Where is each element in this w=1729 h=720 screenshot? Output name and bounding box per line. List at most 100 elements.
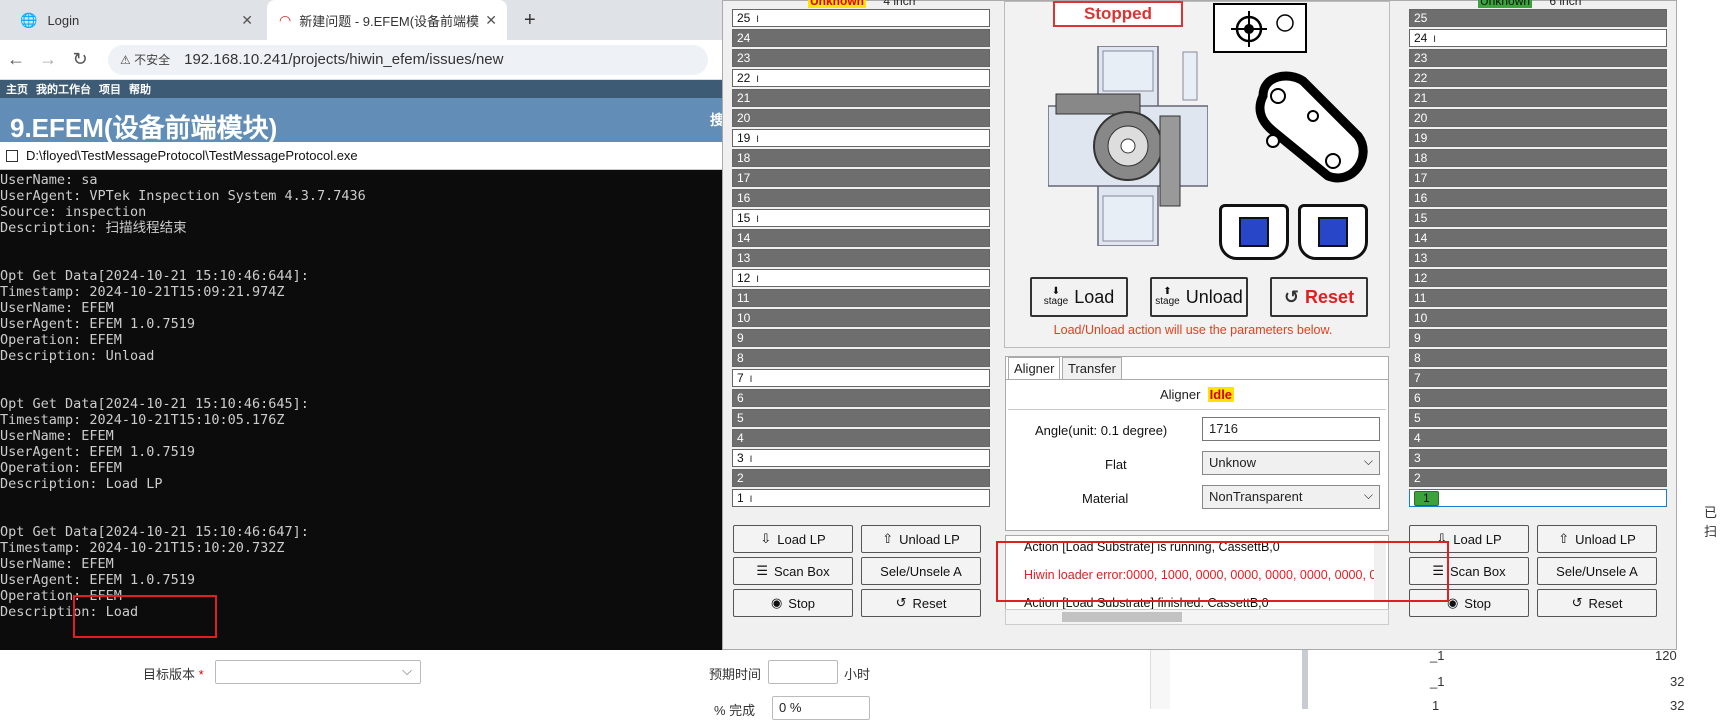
cassette-slot[interactable]: 7 (1409, 369, 1667, 387)
right-cassette-header: Unknown 6 inch (1478, 0, 1581, 8)
tab-transfer[interactable]: Transfer (1062, 357, 1122, 379)
left-stop-button[interactable]: ◉ Stop (733, 589, 853, 617)
cassette-slot[interactable]: 9 (732, 329, 990, 347)
cassette-slot[interactable]: 2 (732, 469, 990, 487)
cassette-slot[interactable]: 10 (732, 309, 990, 327)
cassette-slot[interactable]: 8 (732, 349, 990, 367)
menu-my-page[interactable]: 我的工作台 (36, 81, 91, 97)
cassette-slot[interactable]: 4 (732, 429, 990, 447)
forward-icon[interactable]: → (32, 49, 64, 70)
cassette-slot[interactable]: 15 I (732, 209, 990, 227)
left-unload-lp-button[interactable]: ⇧ Unload LP (861, 525, 981, 553)
left-scan-box-button[interactable]: ☰ Scan Box (733, 557, 853, 585)
cassette-slot[interactable]: 1I (732, 489, 990, 507)
done-select[interactable]: 0 % (772, 696, 870, 720)
slot-number: 25 (737, 11, 751, 25)
right-reset-button[interactable]: ↺ Reset (1537, 589, 1657, 617)
console-line: Description: Load LP (0, 476, 163, 492)
cassette-slot[interactable]: 13 (1409, 249, 1667, 267)
address-bar: ← → ↻ ⚠ 不安全 192.168.10.241/projects/hiwi… (0, 40, 730, 80)
console-line: UserName: EFEM (0, 556, 114, 572)
right-unload-lp-button[interactable]: ⇧ Unload LP (1537, 525, 1657, 553)
right-select-all-button[interactable]: Sele/Unsele A (1537, 557, 1657, 585)
cassette-slot[interactable]: 14 (732, 229, 990, 247)
left-reset-button[interactable]: ↺ Reset (861, 589, 981, 617)
cassette-slot[interactable]: 6 (1409, 389, 1667, 407)
close-icon[interactable]: ✕ (485, 12, 497, 29)
tab-new-issue[interactable]: ◠ 新建问题 - 9.EFEM(设备前端模 ✕ (267, 0, 507, 40)
menu-projects[interactable]: 项目 (99, 81, 121, 97)
cassette-slot[interactable]: 16 (732, 189, 990, 207)
scroll-thumb[interactable] (1062, 612, 1182, 622)
cassette-slot[interactable]: 2 (1409, 469, 1667, 487)
left-load-lp-button[interactable]: ⇩ Load LP (733, 525, 853, 553)
cassette-slot[interactable]: 13 (732, 249, 990, 267)
cassette-slot[interactable]: 17 (1409, 169, 1667, 187)
cassette-slot[interactable]: 18 (732, 149, 990, 167)
flat-select[interactable]: Unknow ⌵ (1202, 451, 1380, 475)
cassette-slot[interactable]: 21 (732, 89, 990, 107)
left-select-all-button[interactable]: Sele/Unsele A (861, 557, 981, 585)
cassette-slot[interactable]: 24 I (1409, 29, 1667, 47)
angle-label: Angle(unit: 0.1 degree) (1035, 423, 1168, 438)
not-secure-badge[interactable]: ⚠ 不安全 (120, 51, 170, 68)
cassette-slot[interactable]: 14 (1409, 229, 1667, 247)
load-button[interactable]: ⬇ stage Load (1030, 277, 1128, 317)
cassette-slot[interactable]: 25 I (732, 9, 990, 27)
cassette-slot[interactable]: 3I (732, 449, 990, 467)
cassette-slot[interactable]: 23 (1409, 49, 1667, 67)
cassette-slot[interactable]: 22 I (732, 69, 990, 87)
cassette-slot[interactable]: 12 I (732, 269, 990, 287)
estimated-time-input[interactable] (768, 660, 838, 684)
cassette-slot[interactable]: 16 (1409, 189, 1667, 207)
list-icon: ☰ (756, 563, 768, 578)
material-select[interactable]: NonTransparent ⌵ (1202, 485, 1380, 509)
slot-number: 18 (737, 151, 751, 165)
url-field[interactable]: ⚠ 不安全 192.168.10.241/projects/hiwin_efem… (108, 44, 708, 75)
cassette-slot[interactable]: 17 (732, 169, 990, 187)
cassette-slot[interactable]: 18 (1409, 149, 1667, 167)
tab-login[interactable]: 🌐 Login ✕ (8, 0, 263, 40)
unload-button[interactable]: ⬆ stage Unload (1150, 277, 1248, 317)
efem-robot-image (1047, 45, 1209, 247)
cassette-slot[interactable]: 8 (1409, 349, 1667, 367)
slot-number: 8 (737, 351, 744, 365)
cassette-slot[interactable]: 25 (1409, 9, 1667, 27)
menu-home[interactable]: 主页 (6, 81, 28, 97)
cassette-slot[interactable]: 3 (1409, 449, 1667, 467)
cassette-slot[interactable]: 19 (1409, 129, 1667, 147)
cassette-slot[interactable]: 1 (1409, 489, 1667, 507)
cassette-slot[interactable]: 5 (1409, 409, 1667, 427)
cassette-slot[interactable]: 20 (732, 109, 990, 127)
cassette-slot[interactable]: 9 (1409, 329, 1667, 347)
cassette-slot[interactable]: 12 (1409, 269, 1667, 287)
target-version-select[interactable]: ⌵ (215, 660, 421, 684)
cassette-slot[interactable]: 22 (1409, 69, 1667, 87)
tab-aligner[interactable]: Aligner (1008, 357, 1061, 379)
cassette-slot[interactable]: 6 (732, 389, 990, 407)
reset-button[interactable]: ↺ Reset (1270, 277, 1368, 317)
new-tab-button[interactable]: + (512, 0, 548, 40)
menu-help[interactable]: 帮助 (129, 81, 151, 97)
reload-icon[interactable]: ↻ (64, 49, 96, 70)
back-icon[interactable]: ← (0, 49, 32, 70)
cassette-slot[interactable]: 15 (1409, 209, 1667, 227)
cassette-slot[interactable]: 7I (732, 369, 990, 387)
angle-input[interactable]: 1716 (1202, 417, 1380, 441)
cassette-slot[interactable]: 24 (732, 29, 990, 47)
cassette-slot[interactable]: 21 (1409, 89, 1667, 107)
cassette-slot[interactable]: 23 (732, 49, 990, 67)
cassette-slot[interactable]: 11 (1409, 289, 1667, 307)
cassette-slot[interactable]: 4 (1409, 429, 1667, 447)
cassette-slot[interactable]: 11 (732, 289, 990, 307)
unload-lp-icon: ⇧ (1558, 531, 1570, 546)
cassette-slot[interactable]: 19 I (732, 129, 990, 147)
cassette-slot[interactable]: 10 (1409, 309, 1667, 327)
cassette-slot[interactable]: 20 (1409, 109, 1667, 127)
log-hscroll[interactable] (1005, 609, 1389, 625)
left-cassette-slots: 25 I 24 23 22 I 21 20 19 I 18 17 16 15 I 14 13 12 I 11 10 9 8 7… (732, 9, 990, 509)
cassette-slot[interactable]: 5 (732, 409, 990, 427)
stop-icon: ◉ (770, 595, 783, 610)
close-icon[interactable]: ✕ (241, 12, 253, 29)
